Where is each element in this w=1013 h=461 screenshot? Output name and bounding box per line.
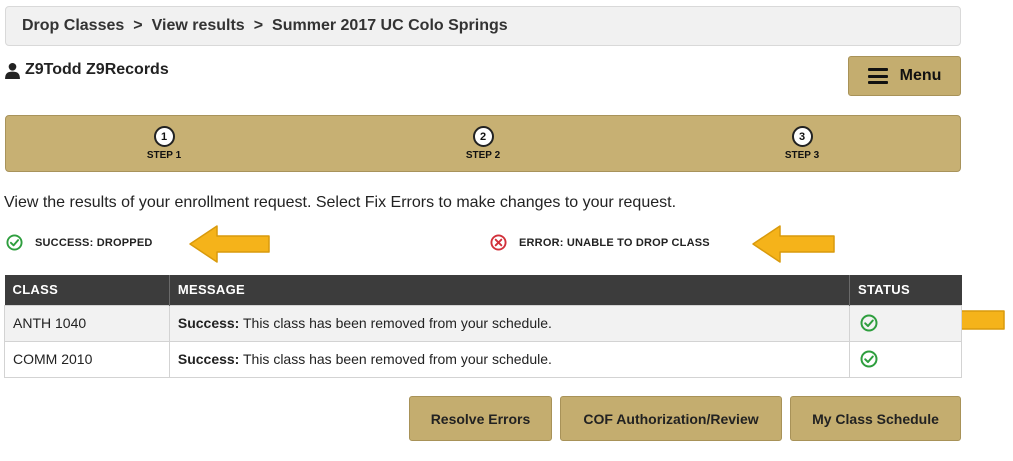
table-header-row: CLASS MESSAGE STATUS	[4, 275, 962, 305]
breadcrumb-item-drop-classes[interactable]: Drop Classes	[22, 17, 124, 35]
results-table: CLASS MESSAGE STATUS ANTH 1040 Success: …	[4, 275, 962, 378]
step-label: STEP 2	[465, 150, 501, 161]
breadcrumb-item-term: Summer 2017 UC Colo Springs	[272, 17, 508, 34]
user-info: Z9Todd Z9Records	[4, 60, 169, 80]
class-cell: COMM 2010	[4, 340, 170, 378]
message-status: Success:	[177, 351, 240, 367]
step-number: 1	[153, 126, 175, 147]
breadcrumb-item-view-results[interactable]: View results	[152, 17, 245, 35]
step-3: 3 STEP 3	[762, 126, 842, 161]
step-number: 2	[472, 126, 494, 147]
column-header-status: STATUS	[849, 275, 962, 305]
step-2: 2 STEP 2	[443, 126, 523, 161]
breadcrumb: Drop Classes > View results > Summer 201…	[5, 6, 961, 46]
menu-button[interactable]: Menu	[848, 56, 961, 96]
column-header-class: CLASS	[4, 275, 170, 305]
class-cell: ANTH 1040	[4, 304, 170, 342]
legend-success: SUCCESS: DROPPED	[6, 234, 153, 251]
my-class-schedule-button[interactable]: My Class Schedule	[790, 396, 961, 441]
message-text: This class has been removed from your sc…	[239, 315, 552, 331]
check-circle-icon	[6, 234, 23, 251]
step-1: 1 STEP 1	[124, 126, 204, 161]
check-circle-icon	[860, 350, 878, 368]
table-row: ANTH 1040 Success: This class has been r…	[4, 304, 962, 342]
message-cell: Success: This class has been removed fro…	[168, 304, 851, 342]
user-icon	[5, 62, 20, 79]
menu-label: Menu	[899, 67, 942, 84]
callout-arrow-icon	[187, 222, 273, 266]
hamburger-icon	[867, 68, 888, 84]
x-circle-icon	[490, 234, 507, 251]
status-cell	[849, 340, 962, 378]
step-label: STEP 3	[784, 150, 820, 161]
step-number: 3	[791, 126, 813, 147]
message-status: Success:	[177, 315, 240, 331]
breadcrumb-separator: >	[133, 17, 143, 34]
status-cell	[849, 304, 962, 342]
message-cell: Success: This class has been removed fro…	[168, 340, 851, 378]
column-header-message: MESSAGE	[169, 275, 851, 305]
legend-success-label: SUCCESS: DROPPED	[35, 236, 153, 249]
table-row: COMM 2010 Success: This class has been r…	[4, 340, 962, 378]
check-circle-icon	[860, 314, 878, 332]
step-progress-bar: 1 STEP 1 2 STEP 2 3 STEP 3	[5, 115, 961, 172]
cof-authorization-review-button[interactable]: COF Authorization/Review	[560, 396, 782, 441]
user-name: Z9Todd Z9Records	[25, 61, 169, 78]
legend-error-label: ERROR: UNABLE TO DROP CLASS	[519, 236, 710, 249]
message-text: This class has been removed from your sc…	[239, 351, 552, 367]
instructions-text: View the results of your enrollment requ…	[4, 194, 677, 211]
legend-error: ERROR: UNABLE TO DROP CLASS	[490, 234, 710, 251]
breadcrumb-separator: >	[253, 17, 264, 34]
resolve-errors-button[interactable]: Resolve Errors	[409, 396, 552, 441]
step-label: STEP 1	[146, 150, 182, 161]
callout-arrow-icon	[750, 222, 838, 266]
